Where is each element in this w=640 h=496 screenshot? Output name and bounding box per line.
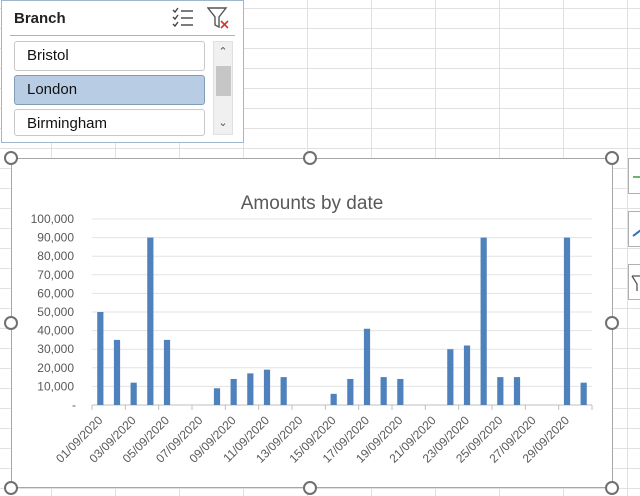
chart-elements-button[interactable] [628,158,640,194]
chevron-down-icon[interactable]: ⌄ [214,114,232,132]
bar[interactable] [330,393,337,405]
resize-handle-bottom-left[interactable] [4,481,18,495]
amounts-chart[interactable]: Amounts by date - 10,000 20,000 30,000 40,00… [11,158,613,488]
bar[interactable] [480,237,487,405]
multi-select-icon[interactable] [171,6,195,35]
bar[interactable] [497,377,504,405]
resize-handle-left[interactable] [4,316,18,330]
y-tick-label: 70,000 [37,268,74,282]
bar[interactable] [447,349,454,405]
bar[interactable] [380,377,387,405]
bar[interactable] [113,339,121,405]
slicer-scrollbar[interactable]: ⌃ ⌄ [213,41,233,135]
bar[interactable] [97,312,104,405]
slicer-item-birmingham[interactable]: Birmingham [14,109,205,136]
bar[interactable] [563,237,571,405]
y-tick-label: 60,000 [37,286,74,300]
resize-handle-top[interactable] [303,151,317,165]
bar[interactable] [580,382,587,405]
y-tick-label: 20,000 [37,361,74,375]
clear-filter-icon[interactable] [206,6,231,35]
resize-handle-bottom-right[interactable] [605,481,619,495]
bar[interactable] [347,378,354,405]
bar[interactable] [147,237,154,405]
chart-filters-button[interactable] [628,264,640,300]
bar[interactable] [213,388,221,405]
resize-handle-top-left[interactable] [4,151,18,165]
y-tick-label: 30,000 [37,342,74,356]
resize-handle-bottom[interactable] [303,481,317,495]
bar[interactable] [230,378,237,405]
y-tick-label: 10,000 [37,379,74,393]
chart-plot: Amounts by date - 10,000 20,000 30,000 40,00… [31,193,593,466]
y-tick-label: 90,000 [37,231,74,245]
bar[interactable] [363,328,371,405]
chart-title: Amounts by date [241,193,384,214]
bar[interactable] [280,377,287,405]
y-tick-label: 80,000 [37,249,74,263]
slicer-item-bristol[interactable]: Bristol [14,41,205,71]
slicer-title: Branch [14,10,66,27]
y-tick-label: - [72,398,76,412]
bar[interactable] [130,382,137,405]
bar[interactable] [163,339,171,405]
resize-handle-top-right[interactable] [605,151,619,165]
slicer-item-london[interactable]: London [14,75,205,105]
scroll-thumb[interactable] [216,66,231,96]
chart-styles-button[interactable] [628,211,640,247]
bar[interactable] [463,345,471,405]
y-tick-label: 100,000 [31,212,75,226]
bar[interactable] [247,373,254,405]
y-tick-label: 40,000 [37,324,74,338]
bar[interactable] [397,378,404,405]
branch-slicer[interactable]: Branch Bristol London Birmingham ⌃ ⌄ [1,0,244,143]
chevron-up-icon[interactable]: ⌃ [214,43,232,61]
bar[interactable] [513,377,521,405]
bar[interactable] [263,369,271,405]
resize-handle-right[interactable] [605,316,619,330]
y-tick-label: 50,000 [37,305,74,319]
